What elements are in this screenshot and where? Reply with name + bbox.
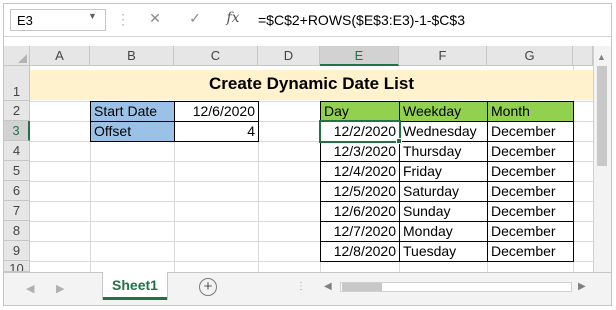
table-cell-day[interactable]: 12/8/2020 [320,241,400,262]
add-sheet-icon[interactable]: + [199,278,217,296]
sheet-tab-bar: ◀ ▶ Sheet1 + ⋮ ◀ ▶ [4,272,611,305]
table-cell-weekday[interactable]: Monday [399,221,488,242]
formula-bar-grip-icon: ⋮ [116,11,131,27]
tab-split-handle-icon[interactable]: ⋮ [296,281,307,292]
table-cell-month[interactable]: December [487,201,574,222]
formula-bar: E3 ▼ ⋮ ✕ ✓ fx =$C$2+ROWS($E$3:E3)-1-$C$3 [4,4,611,37]
table-cell-day[interactable]: 12/7/2020 [320,221,400,242]
table-cell-month[interactable]: December [487,121,574,142]
table-cell-month[interactable]: December [487,181,574,202]
next-sheet-arrow-icon[interactable]: ▶ [56,282,64,295]
prev-sheet-arrow-icon[interactable]: ◀ [26,282,34,295]
column-header-e[interactable]: E [320,46,399,66]
table-cell-weekday[interactable]: Thursday [399,141,488,162]
column-header-d[interactable]: D [258,46,320,66]
start-date-label-cell[interactable]: Start Date [90,101,175,122]
table-cell-month[interactable]: December [487,241,574,262]
table-cell-month[interactable]: December [487,221,574,242]
fill-handle[interactable] [396,138,402,144]
table-cell-day[interactable]: 12/5/2020 [320,181,400,202]
table-header-month[interactable]: Month [487,101,574,122]
insert-function-icon[interactable]: fx [222,10,244,30]
column-header-f[interactable]: F [399,46,487,66]
offset-value-cell[interactable]: 4 [174,121,259,142]
table-cell-weekday[interactable]: Friday [399,161,488,182]
table-cell-weekday[interactable]: Wednesday [399,121,488,142]
horizontal-scroll-thumb[interactable] [342,283,382,291]
row-header-4[interactable]: 4 [4,141,30,161]
offset-label-cell[interactable]: Offset [90,121,175,142]
column-header-b[interactable]: B [90,46,174,66]
row-header-5[interactable]: 5 [4,161,30,181]
table-cell-month[interactable]: December [487,161,574,182]
formula-input[interactable]: =$C$2+ROWS($E$3:E3)-1-$C$3 [258,12,465,28]
excel-window: E3 ▼ ⋮ ✕ ✓ fx =$C$2+ROWS($E$3:E3)-1-$C$3… [3,3,612,306]
table-header-weekday[interactable]: Weekday [399,101,488,122]
table-cell-month[interactable]: December [487,141,574,162]
select-all-icon [18,54,27,63]
row-header-2[interactable]: 2 [4,101,30,121]
table-cell-weekday[interactable]: Tuesday [399,241,488,262]
enter-icon[interactable]: ✓ [184,10,206,30]
table-cell-day[interactable]: 12/4/2020 [320,161,400,182]
table-cell-day[interactable]: 12/6/2020 [320,201,400,222]
table-cell-weekday[interactable]: Saturday [399,181,488,202]
row-header-6[interactable]: 6 [4,181,30,201]
sheet-tab-sheet1[interactable]: Sheet1 [103,272,167,300]
table-cell-day[interactable]: 12/3/2020 [320,141,400,162]
vertical-scroll-thumb[interactable] [597,66,607,166]
column-header-g[interactable]: G [487,46,573,66]
row-header-3[interactable]: 3 [4,121,30,141]
active-cell-border[interactable] [319,120,401,143]
row-header-9[interactable]: 9 [4,241,30,261]
row-header-7[interactable]: 7 [4,201,30,221]
sheet-title[interactable]: Create Dynamic Date List [30,70,593,100]
table-header-day[interactable]: Day [320,101,400,122]
row-header-10[interactable]: 10 [4,261,30,272]
column-header-a[interactable]: A [30,46,90,66]
row-header-8[interactable]: 8 [4,221,30,241]
name-box-dropdown-icon[interactable]: ▼ [88,11,97,21]
start-date-value-cell[interactable]: 12/6/2020 [174,101,259,122]
select-all-button[interactable] [4,46,30,66]
cancel-icon[interactable]: ✕ [144,10,166,30]
column-header-partial [573,46,593,66]
scroll-right-arrow-icon[interactable]: ▶ [578,281,586,292]
column-header-c[interactable]: C [174,46,258,66]
row-header-1[interactable]: 1 [4,66,30,101]
table-cell-weekday[interactable]: Sunday [399,201,488,222]
scroll-up-arrow-icon[interactable]: ▲ [597,52,606,62]
scroll-left-arrow-icon[interactable]: ◀ [324,281,332,292]
